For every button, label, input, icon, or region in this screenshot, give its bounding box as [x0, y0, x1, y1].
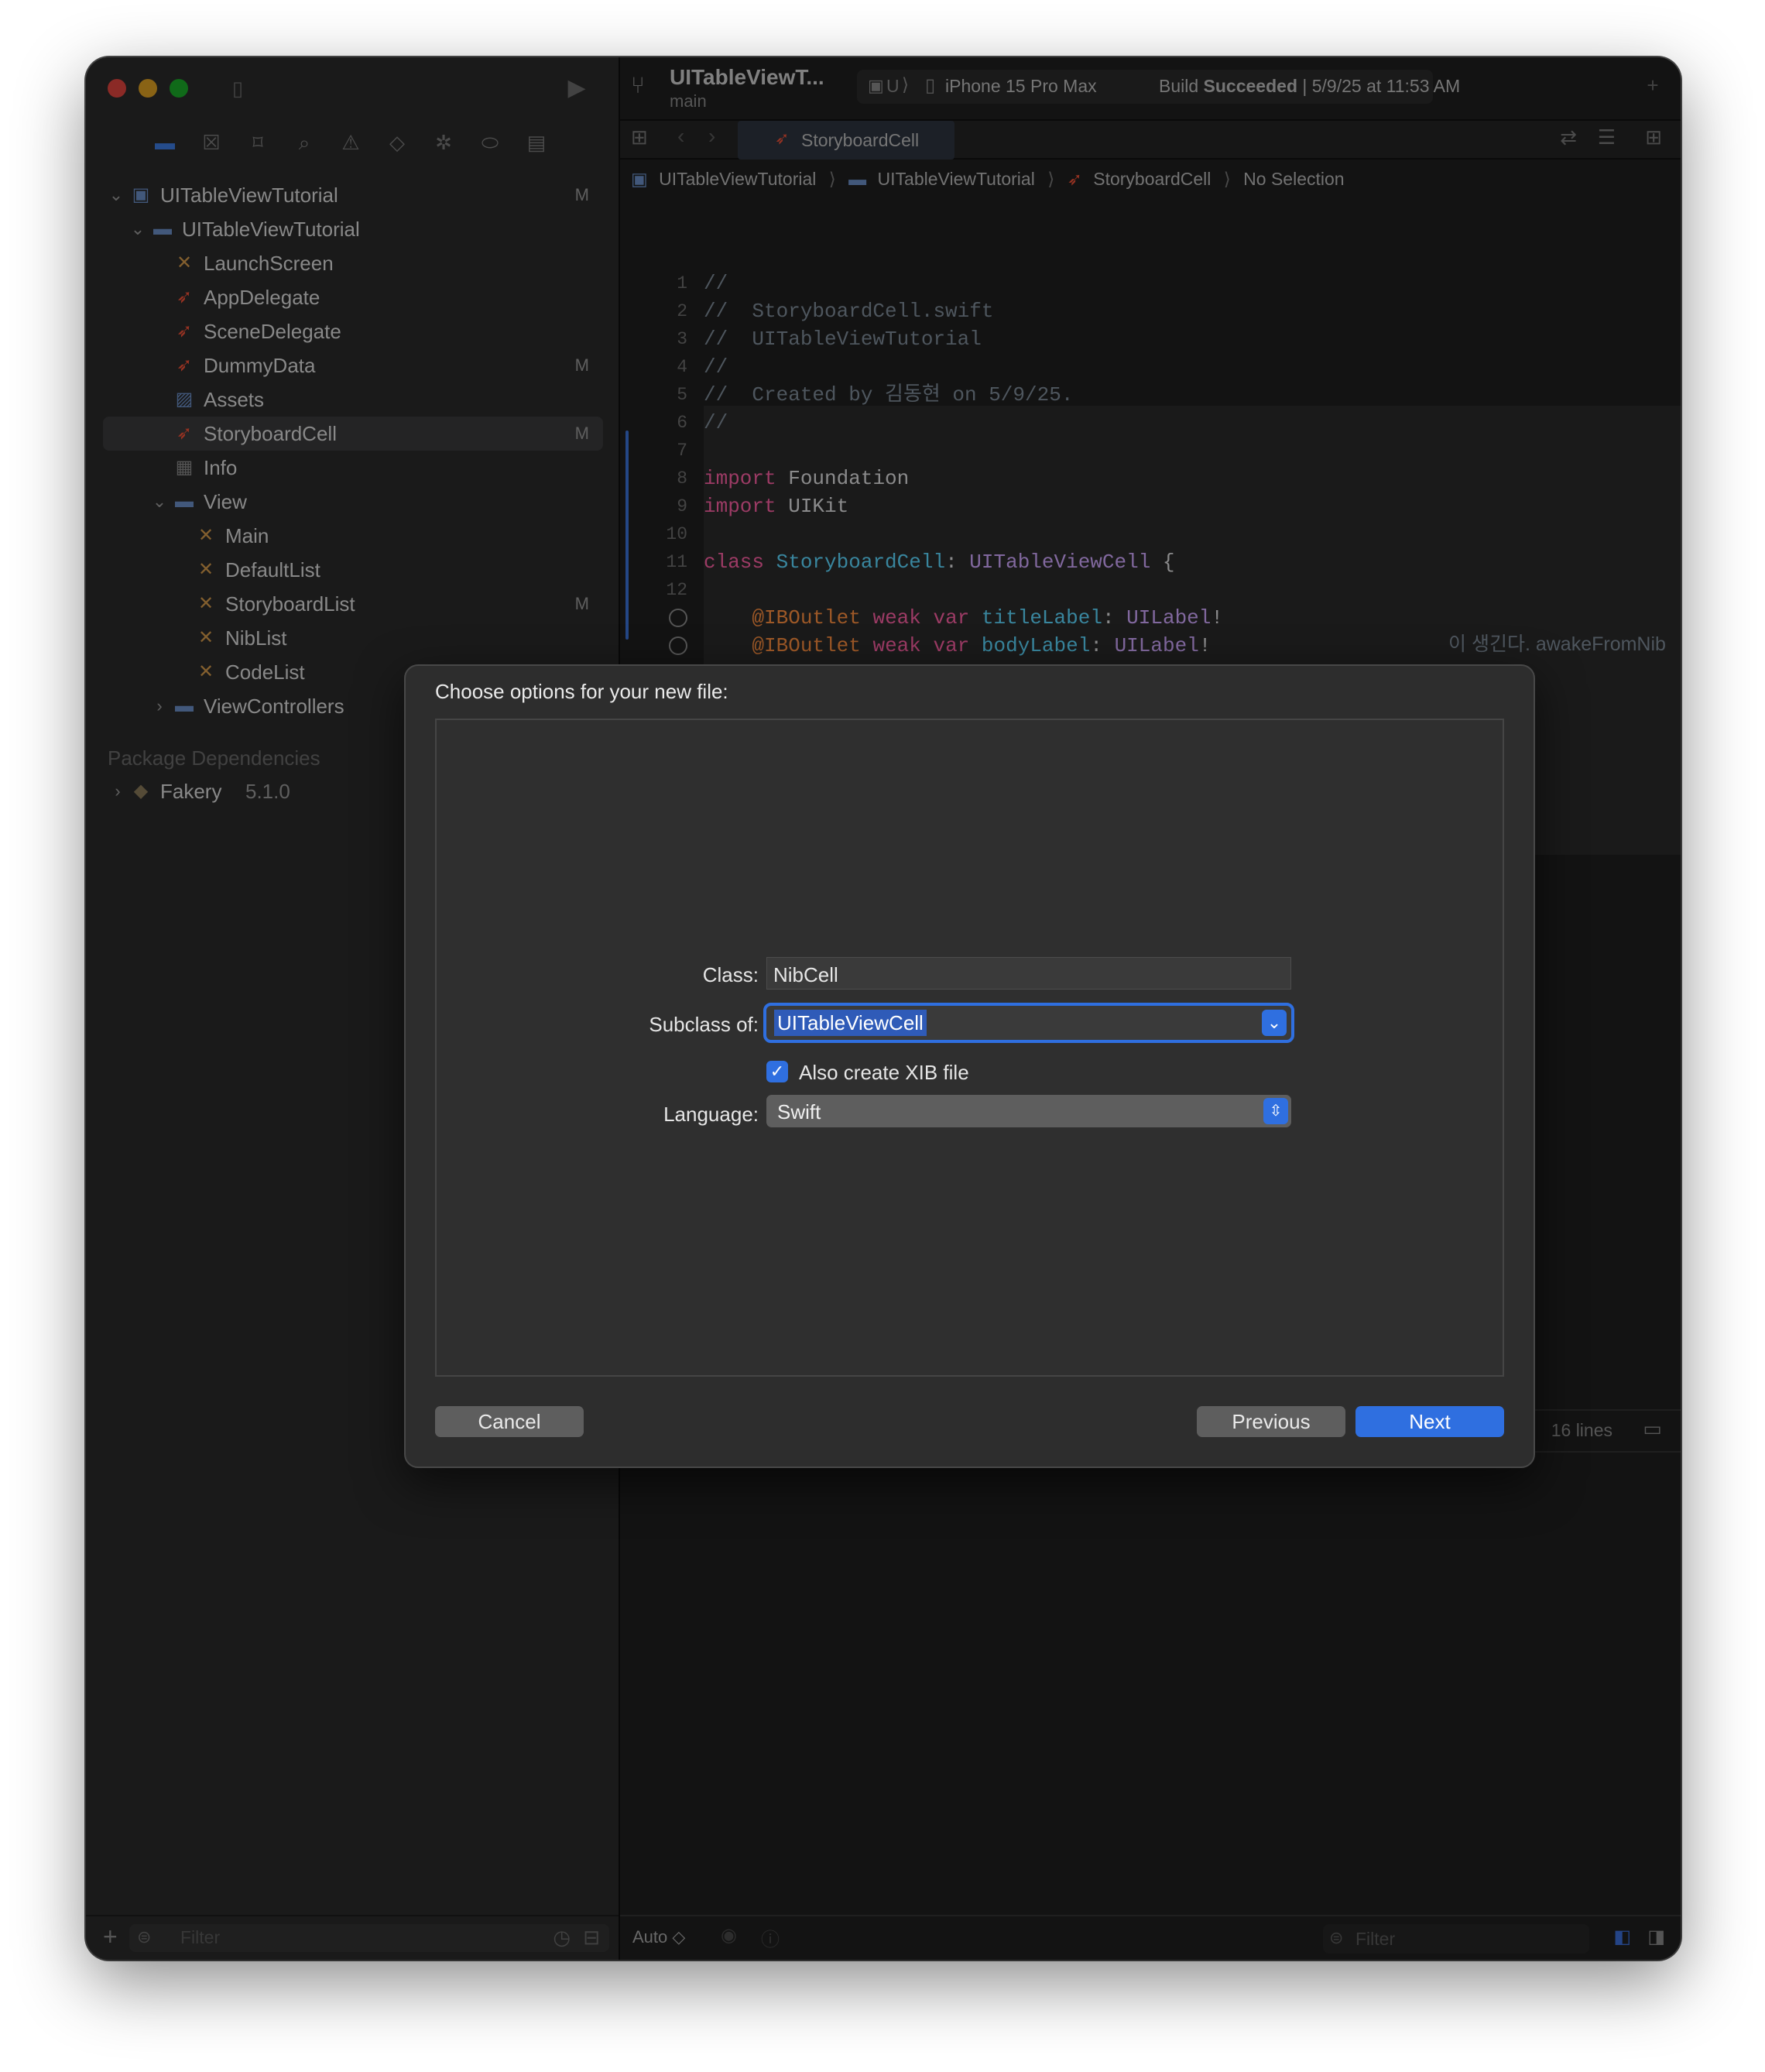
xcode-window: ▯ ▶ ▬ ☒ ⌑ ⌕ ⚠ ◇ ✲ ⬭ ▤ ⌄ ▣ UITableViewTutor…	[86, 57, 1681, 1960]
cancel-button[interactable]: Cancel	[435, 1406, 584, 1437]
updown-chevron-icon: ⇳	[1263, 1098, 1288, 1124]
xib-checkbox-label[interactable]: Also create XIB file	[799, 1061, 969, 1085]
new-file-options-sheet: Choose options for your new file: Class:…	[404, 664, 1535, 1468]
class-label: Class:	[702, 963, 759, 986]
language-label: Language:	[663, 1103, 759, 1126]
previous-button[interactable]: Previous	[1197, 1406, 1345, 1437]
xib-checkbox[interactable]: ✓	[766, 1061, 788, 1082]
next-button[interactable]: Next	[1355, 1406, 1504, 1437]
class-name-field[interactable]: NibCell	[766, 957, 1291, 990]
chevron-down-icon[interactable]: ⌄	[1262, 1010, 1287, 1036]
sheet-title: Choose options for your new file:	[435, 680, 728, 703]
options-panel: Class: NibCell Subclass of: UITableViewC…	[435, 719, 1504, 1377]
language-popup[interactable]: Swift ⇳	[766, 1095, 1291, 1127]
subclass-selected-text: UITableViewCell	[774, 1010, 927, 1036]
subclass-label: Subclass of:	[649, 1013, 759, 1036]
subclass-combobox[interactable]: UITableViewCell ⌄	[763, 1003, 1294, 1043]
